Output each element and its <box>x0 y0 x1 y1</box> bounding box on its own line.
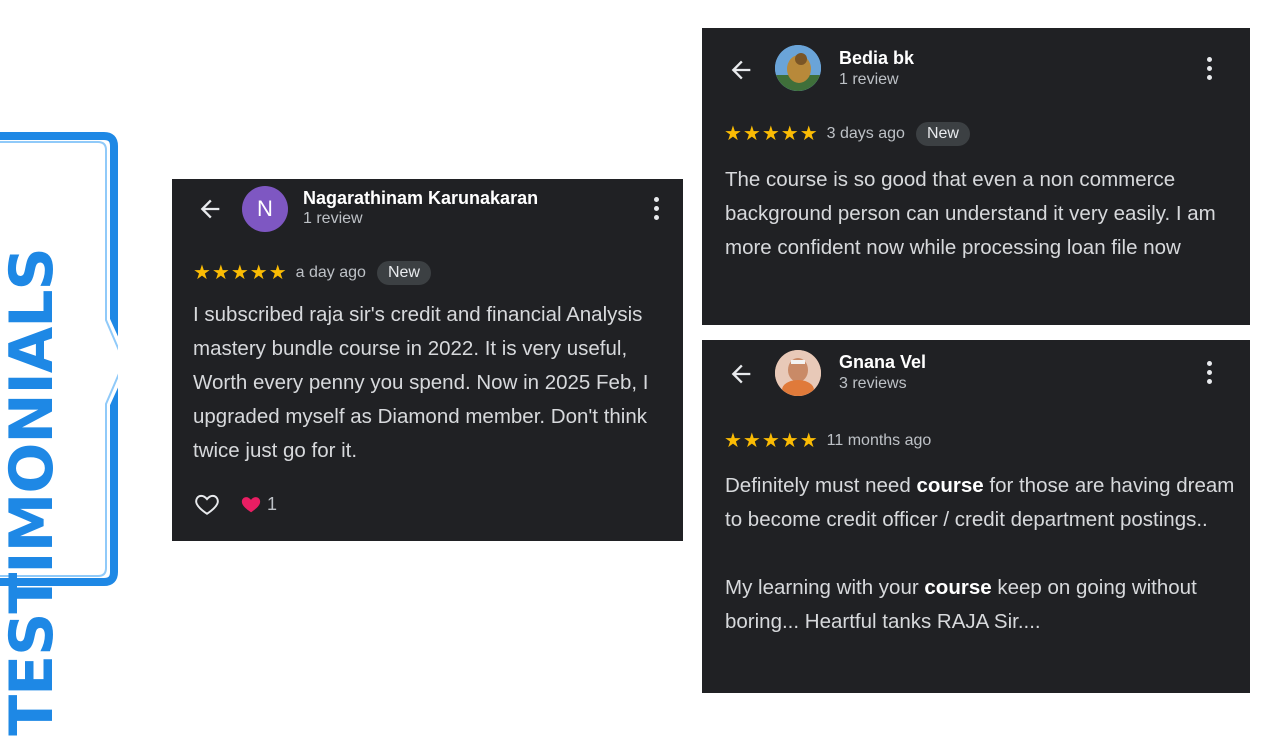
heart-reaction-icon <box>241 497 261 513</box>
review-card: N Nagarathinam Karunakaran 1 review ★★★★… <box>172 179 683 541</box>
avatar[interactable]: N <box>242 186 288 232</box>
reviewer-review-count: 1 review <box>839 71 899 88</box>
review-card: Bedia bk 1 review ★★★★★ 3 days ago New T… <box>702 28 1250 325</box>
star-rating: ★★★★★ <box>724 430 819 452</box>
reviewer-name[interactable]: Bedia bk <box>839 48 914 69</box>
new-badge: New <box>376 261 431 285</box>
testimonials-banner: TESTIMONIALS <box>0 132 118 736</box>
reactions-row: 1 <box>193 491 277 517</box>
review-paragraph: Definitely must need course for those ar… <box>725 474 1235 531</box>
review-text: The course is so good that even a non co… <box>725 168 1216 259</box>
review-age: 11 months ago <box>826 432 932 449</box>
rating-row: ★★★★★ 3 days ago New <box>724 122 970 146</box>
review-card: Gnana Vel 3 reviews ★★★★★ 11 months ago … <box>702 340 1250 693</box>
avatar-image <box>775 350 821 396</box>
rating-row: ★★★★★ 11 months ago <box>724 431 931 451</box>
reviewer-name[interactable]: Nagarathinam Karunakaran <box>303 188 538 209</box>
back-arrow-icon[interactable] <box>196 195 224 223</box>
new-badge: New <box>915 122 970 146</box>
star-rating: ★★★★★ <box>193 262 288 284</box>
more-options-icon[interactable] <box>1205 361 1213 387</box>
avatar[interactable] <box>775 45 821 91</box>
rating-row: ★★★★★ a day ago New <box>193 261 431 285</box>
review-text: I subscribed raja sir's credit and finan… <box>193 303 649 462</box>
avatar-letter: N <box>257 196 273 221</box>
star-rating: ★★★★★ <box>724 123 819 145</box>
back-arrow-icon[interactable] <box>727 360 755 388</box>
reviewer-name[interactable]: Gnana Vel <box>839 352 926 373</box>
back-arrow-icon[interactable] <box>727 56 755 84</box>
like-heart-icon[interactable] <box>193 491 221 517</box>
reviewer-review-count: 3 reviews <box>839 375 907 392</box>
more-options-icon[interactable] <box>652 197 660 223</box>
avatar-image <box>775 45 821 91</box>
reviewer-review-count: 1 review <box>303 210 363 227</box>
review-age: 3 days ago <box>826 125 905 142</box>
reaction-count: 1 <box>267 493 278 514</box>
banner-title: TESTIMONIALS <box>0 248 67 736</box>
review-paragraph: My learning with your course keep on goi… <box>725 576 1197 633</box>
more-options-icon[interactable] <box>1205 57 1213 83</box>
avatar[interactable] <box>775 350 821 396</box>
review-text: Definitely must need course for those ar… <box>725 469 1235 639</box>
review-age: a day ago <box>295 264 366 281</box>
